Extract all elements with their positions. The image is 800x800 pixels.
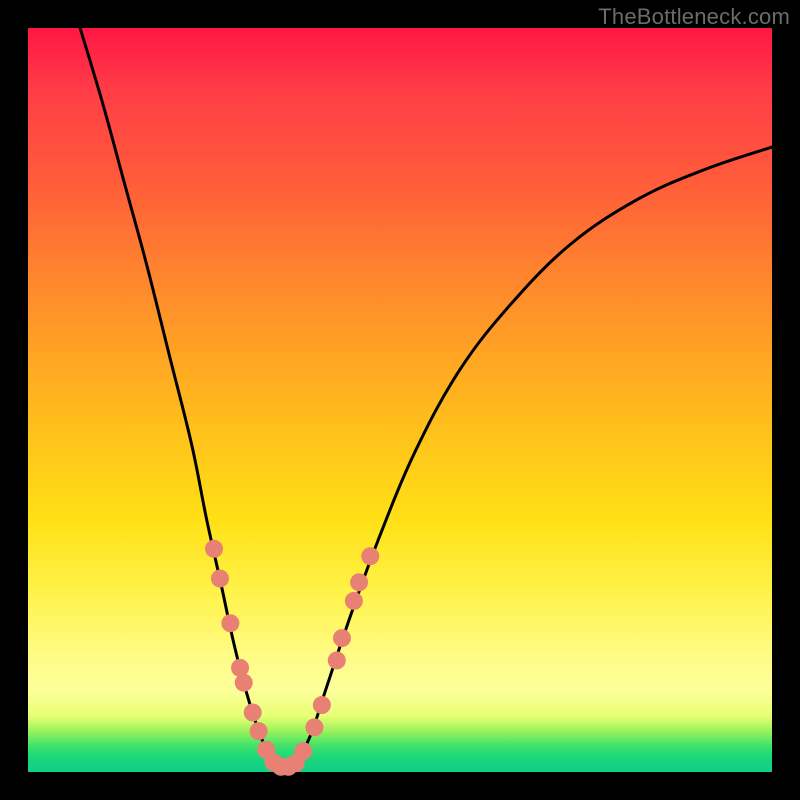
marker-dot — [244, 703, 262, 721]
marker-dot — [361, 547, 379, 565]
marker-dot — [235, 674, 253, 692]
chart-frame: TheBottleneck.com — [0, 0, 800, 800]
marker-dot — [250, 722, 268, 740]
curve-path — [80, 28, 772, 769]
bottleneck-curve — [80, 28, 772, 769]
marker-dot — [313, 696, 331, 714]
plot-area — [28, 28, 772, 772]
marker-dot — [205, 540, 223, 558]
marker-dot — [345, 592, 363, 610]
marker-dot — [333, 629, 351, 647]
marker-dot — [328, 651, 346, 669]
marker-points — [205, 540, 379, 776]
marker-dot — [294, 742, 312, 760]
marker-dot — [305, 718, 323, 736]
marker-dot — [221, 614, 239, 632]
watermark-text: TheBottleneck.com — [598, 4, 790, 30]
curve-layer — [28, 28, 772, 772]
marker-dot — [350, 573, 368, 591]
marker-dot — [211, 570, 229, 588]
